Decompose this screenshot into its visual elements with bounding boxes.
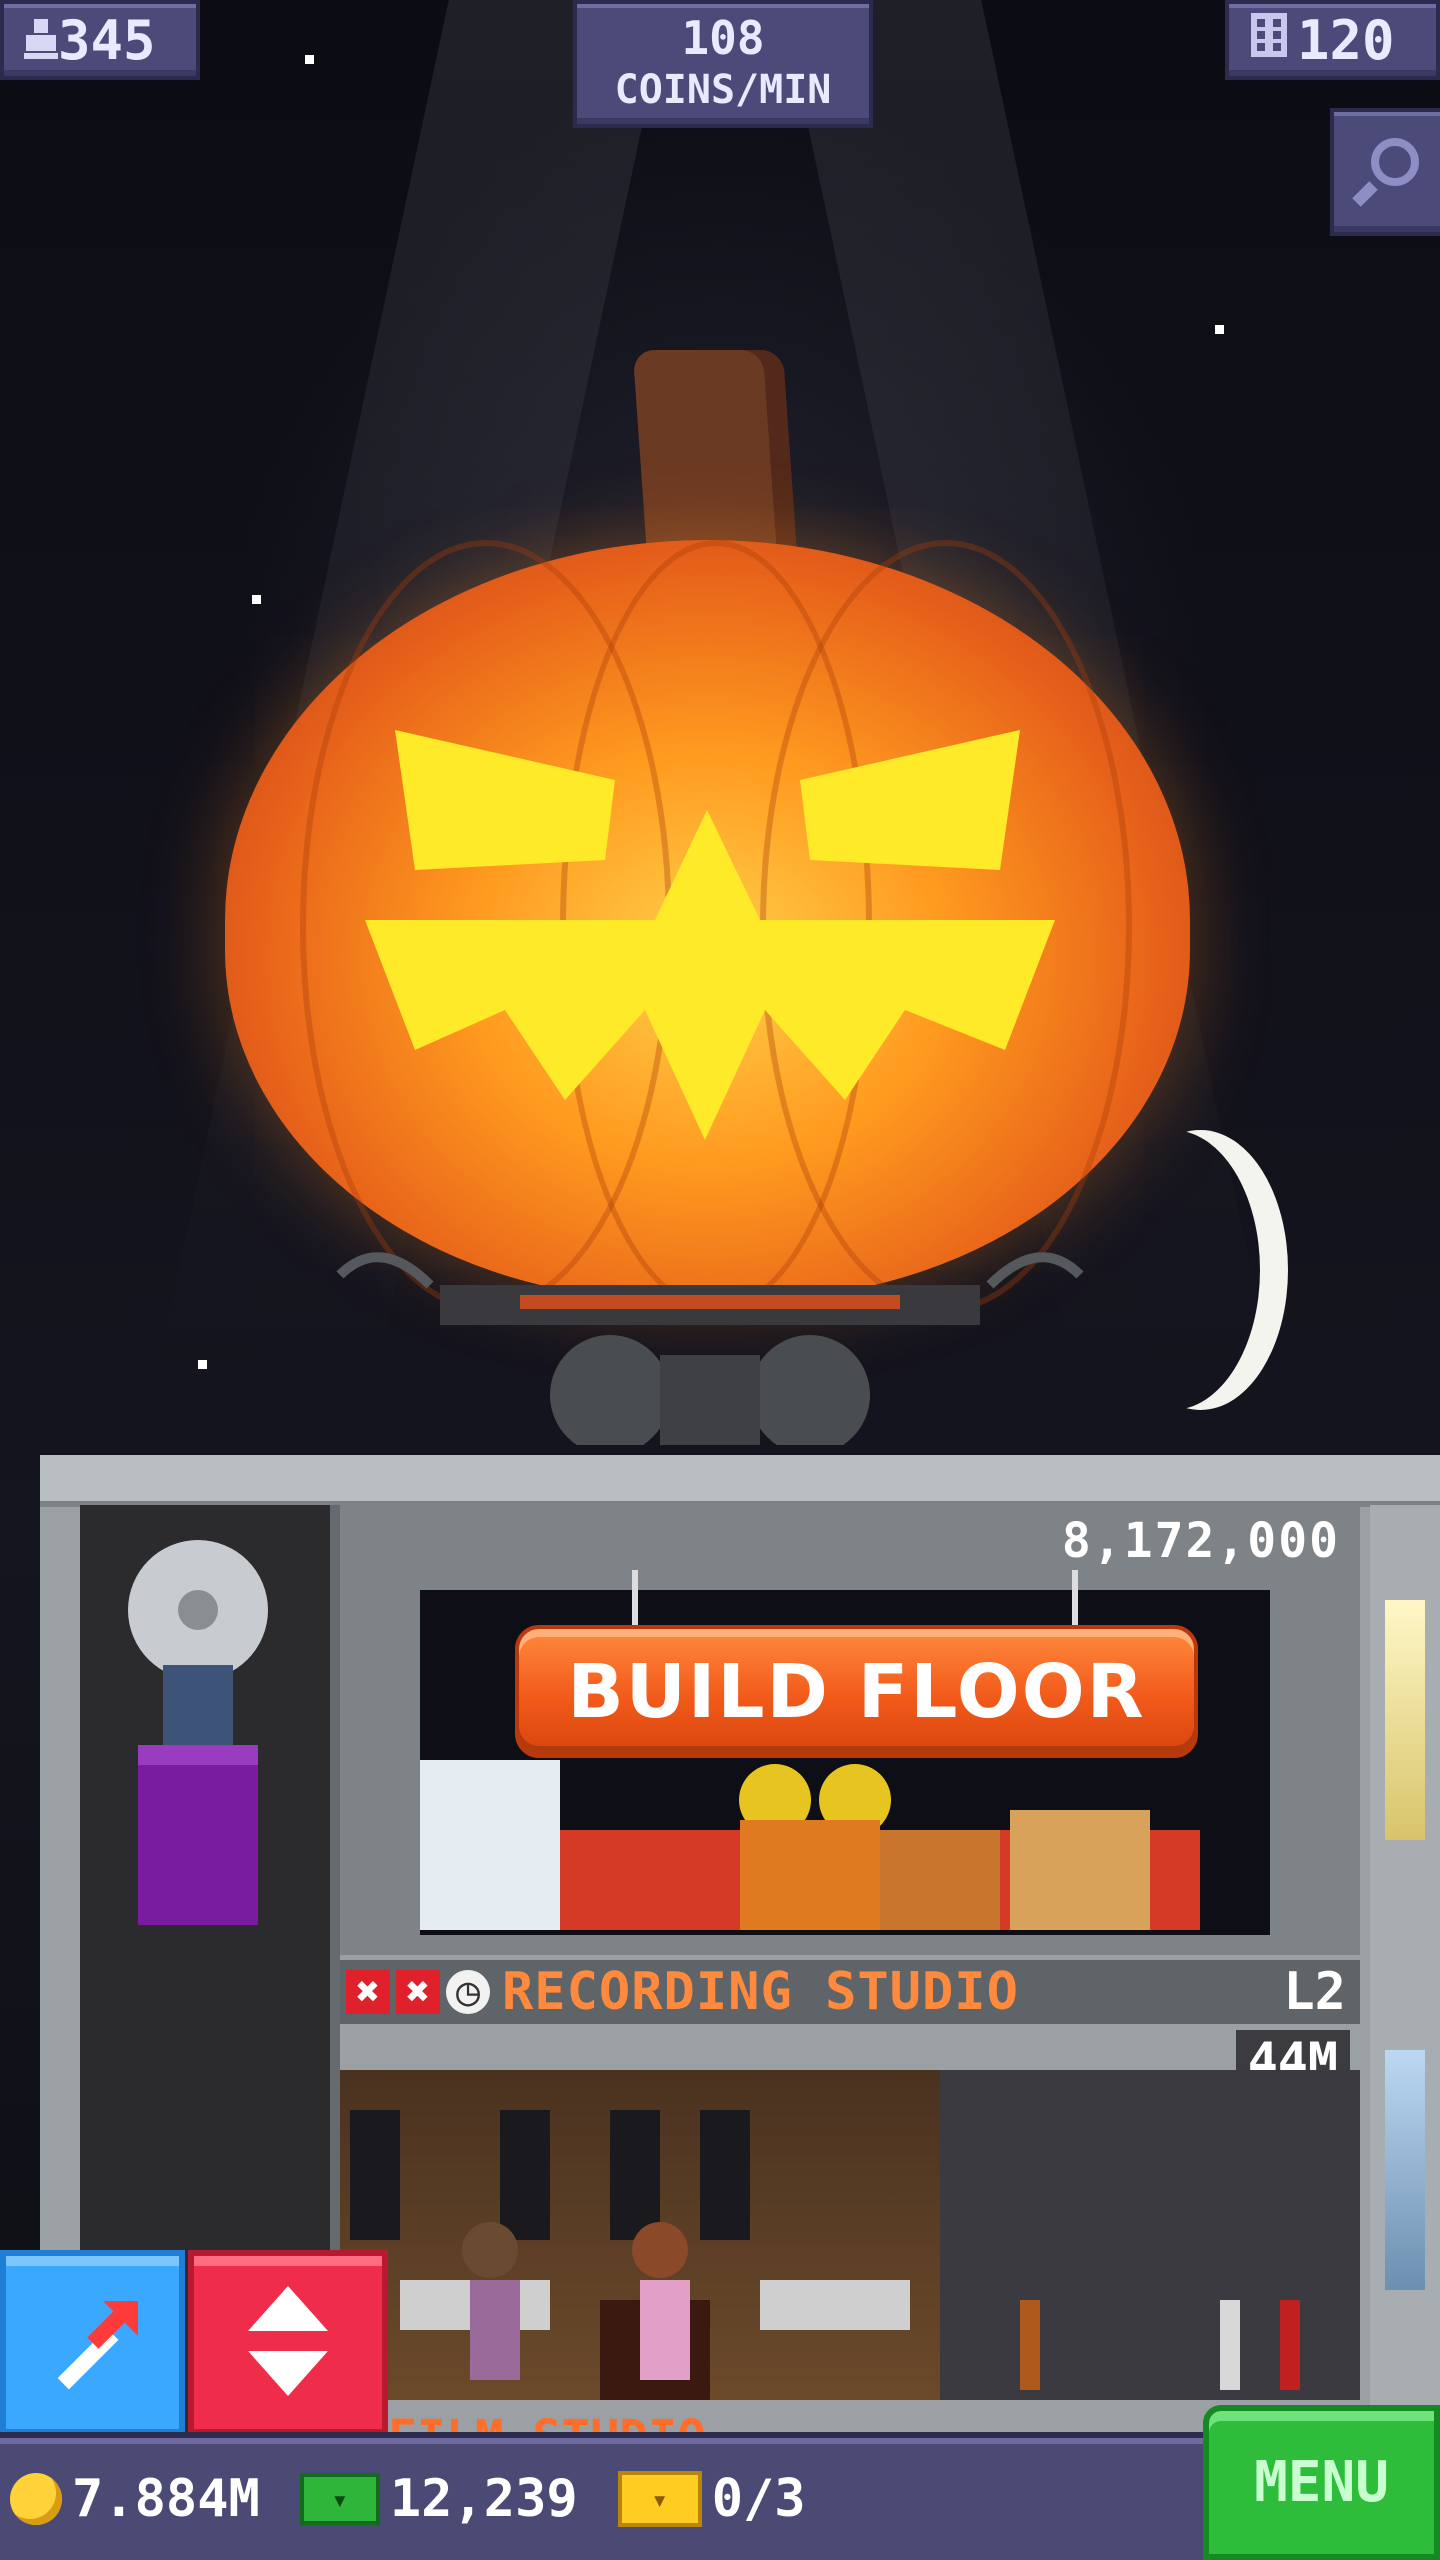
room-name: RECORDING STUDIO [502,1962,1019,2022]
elevator-control-button[interactable] [188,2250,388,2435]
menu-button[interactable]: MENU [1203,2405,1440,2560]
person-icon [24,9,58,72]
pumpkin-face [365,730,1055,1140]
arrow-diagonal-icon [43,2291,143,2395]
close-icon: ✖ [346,1969,390,2015]
coins-rate-value: 108 [681,11,765,65]
floor-count-value: 120 [1297,8,1395,72]
pumpkin-stand [336,1252,1084,1445]
zoom-button[interactable] [1330,108,1440,236]
magnifier-icon [1349,130,1429,214]
build-floor-button[interactable]: BUILD FLOOR [515,1625,1198,1758]
close-icon: ✖ [396,1969,440,2015]
room-label-bar[interactable]: ✖ ✖ ◷ RECORDING STUDIO L2 [340,1960,1360,2024]
recording-studio-floor[interactable] [340,2070,1360,2400]
floor-price: 8,172,000 [1061,1513,1340,1569]
bux-value: 12,239 [389,2469,578,2529]
construction-scene [420,1760,1200,1930]
ticket-icon[interactable]: ▾ [617,2471,702,2527]
star [198,1360,207,1369]
coins-per-minute-panel: 108 COINS/MIN [573,0,873,128]
sign-chain [632,1570,638,1628]
elevator-car[interactable] [98,1535,298,1925]
building-icon [1249,9,1289,72]
star [1215,325,1224,334]
window [1385,2050,1425,2290]
elevator-mode-button[interactable] [0,2250,185,2435]
floor-counter[interactable]: 120 [1225,0,1440,80]
crescent-moon [1085,1130,1260,1410]
coin-icon [10,2473,62,2525]
window [1385,1600,1425,1840]
vip-ticket-value: 0/3 [711,2469,806,2529]
up-down-icon [243,2285,333,2400]
sign-chain [1072,1570,1078,1628]
studio-interior [350,2110,1300,2400]
star [305,55,314,64]
room-level: L2 [1283,1962,1346,2022]
coins-value: 7.884M [72,2469,260,2529]
clock-icon: ◷ [446,1969,490,2015]
coins-rate-unit: COINS/MIN [614,67,832,113]
tower-roof [40,1455,1440,1507]
bux-icon[interactable]: ▾ [299,2473,380,2525]
population-value: 345 [58,8,156,72]
pumpkin-stem [632,350,798,560]
population-counter[interactable]: 345 [0,0,200,80]
